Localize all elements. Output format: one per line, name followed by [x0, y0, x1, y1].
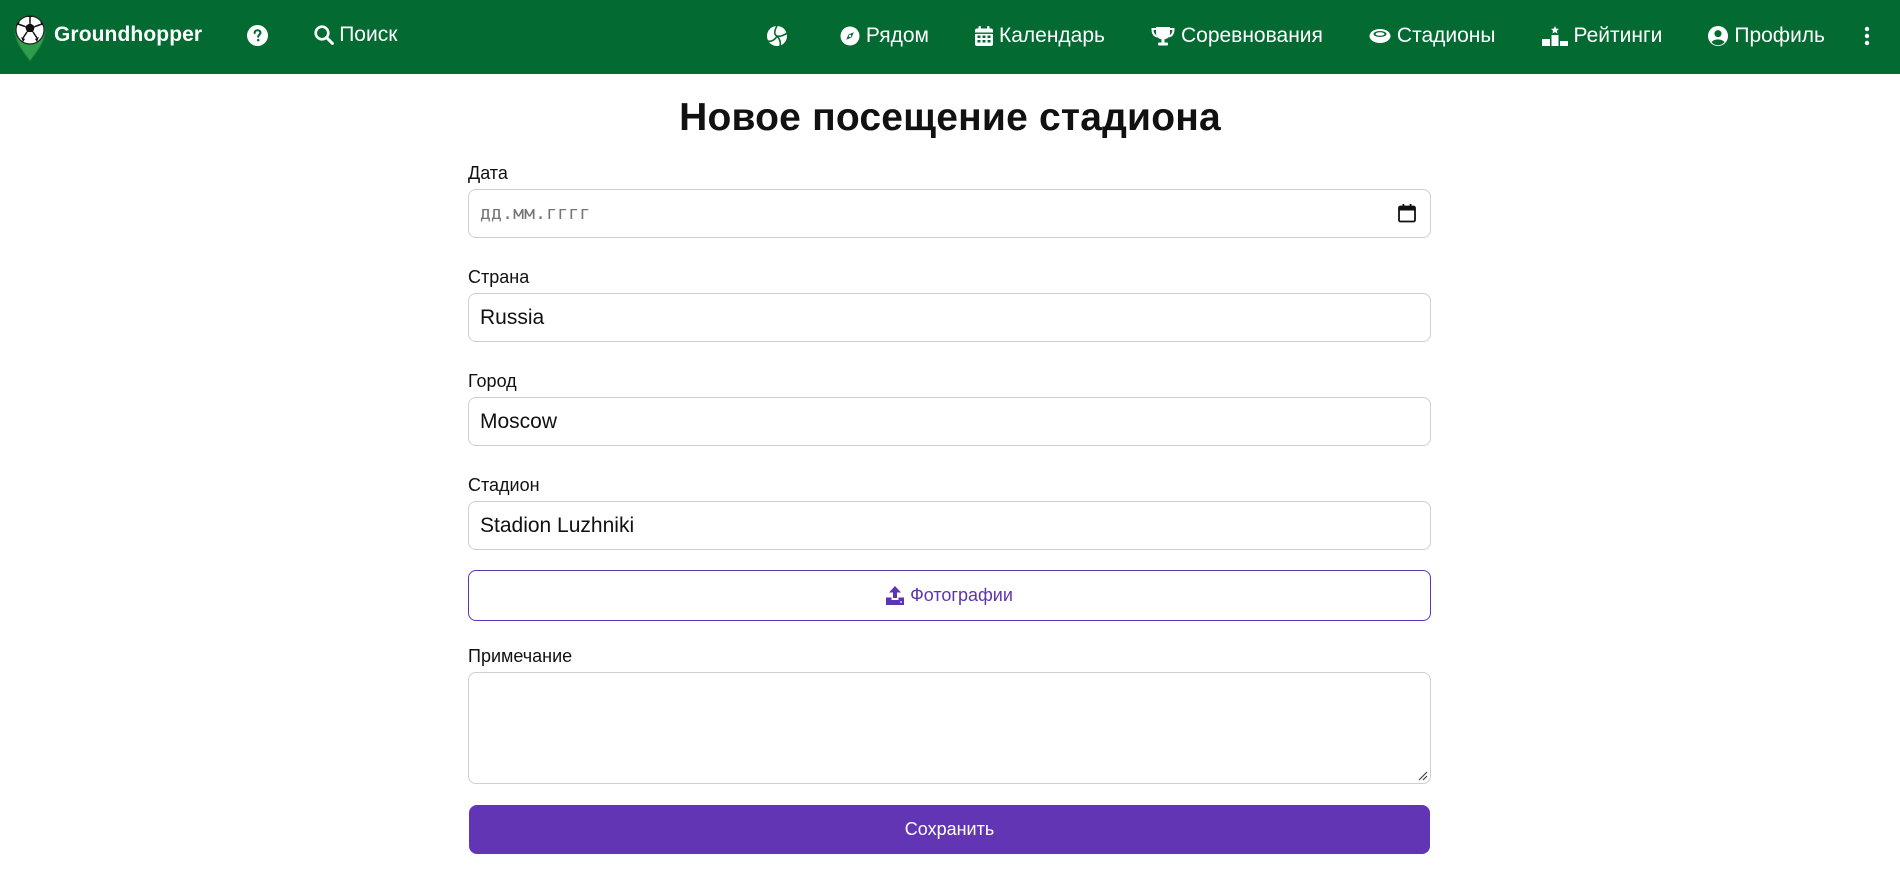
- search-label: Поиск: [339, 23, 398, 46]
- calendar-icon: [974, 26, 993, 46]
- stadium-label: Стадион: [468, 475, 540, 495]
- search-icon: [314, 25, 335, 45]
- compass-icon: [840, 26, 860, 46]
- country-label: Страна: [468, 267, 530, 287]
- nav-label-nearby: Рядом: [865, 24, 929, 47]
- user-circle-icon: [1708, 26, 1729, 46]
- nav-item-calendar[interactable]: Календарь: [952, 0, 1128, 73]
- nav-label-calendar: Календарь: [998, 24, 1105, 47]
- soccer-ball-logo-icon: [14, 15, 46, 62]
- country-input[interactable]: [468, 293, 1431, 342]
- brand-link[interactable]: Groundhopper: [12, 0, 202, 74]
- top-navbar: Groundhopper Поиск Рядом Календарь Сорев…: [0, 0, 1900, 74]
- more-menu-button[interactable]: [1848, 0, 1900, 73]
- trophy-icon: [1151, 27, 1175, 46]
- nav-right-group: Рядом Календарь Соревнования Стадионы Ре…: [743, 0, 1900, 74]
- stadium-input[interactable]: [468, 501, 1431, 550]
- search-button[interactable]: Поиск: [314, 23, 397, 47]
- note-field-wrap: [468, 672, 1431, 784]
- city-label: Город: [468, 371, 517, 391]
- nav-item-volleyball[interactable]: [743, 0, 817, 73]
- brand-name: Groundhopper: [54, 23, 203, 46]
- note-textarea[interactable]: [468, 672, 1431, 784]
- upload-photos-button[interactable]: Фотографии: [468, 570, 1431, 621]
- nav-label-rankings: Рейтинги: [1573, 24, 1663, 47]
- new-visit-form: Дата Страна Город Стадион Фотографии При…: [468, 160, 1431, 854]
- nav-label-stadiums: Стадионы: [1396, 24, 1496, 47]
- help-button[interactable]: [246, 24, 268, 46]
- stadium-icon: [1369, 29, 1391, 43]
- nav-label-profile: Профиль: [1734, 24, 1825, 47]
- save-button[interactable]: Сохранить: [469, 805, 1430, 854]
- date-input[interactable]: [468, 189, 1431, 238]
- nav-label-competitions: Соревнования: [1180, 24, 1323, 47]
- resize-handle-icon[interactable]: [1416, 769, 1428, 781]
- question-circle-icon: [246, 24, 268, 46]
- nav-item-profile[interactable]: Профиль: [1685, 0, 1848, 73]
- kebab-menu-icon: [1864, 26, 1870, 46]
- nav-item-competitions[interactable]: Соревнования: [1128, 0, 1346, 73]
- calendar-picker-icon[interactable]: [1397, 203, 1417, 223]
- page-title: Новое посещение стадиона: [679, 96, 1221, 139]
- upload-icon: [886, 586, 905, 605]
- upload-photos-label: Фотографии: [910, 585, 1013, 605]
- nav-item-nearby[interactable]: Рядом: [817, 0, 952, 73]
- note-label: Примечание: [468, 646, 573, 666]
- nav-item-stadiums[interactable]: Стадионы: [1346, 0, 1519, 73]
- ranking-podium-icon: [1541, 26, 1568, 46]
- city-input[interactable]: [468, 397, 1431, 446]
- volleyball-icon: [766, 25, 788, 47]
- nav-item-rankings[interactable]: Рейтинги: [1519, 0, 1686, 73]
- date-label: Дата: [468, 163, 508, 183]
- date-field-wrap: [468, 189, 1431, 238]
